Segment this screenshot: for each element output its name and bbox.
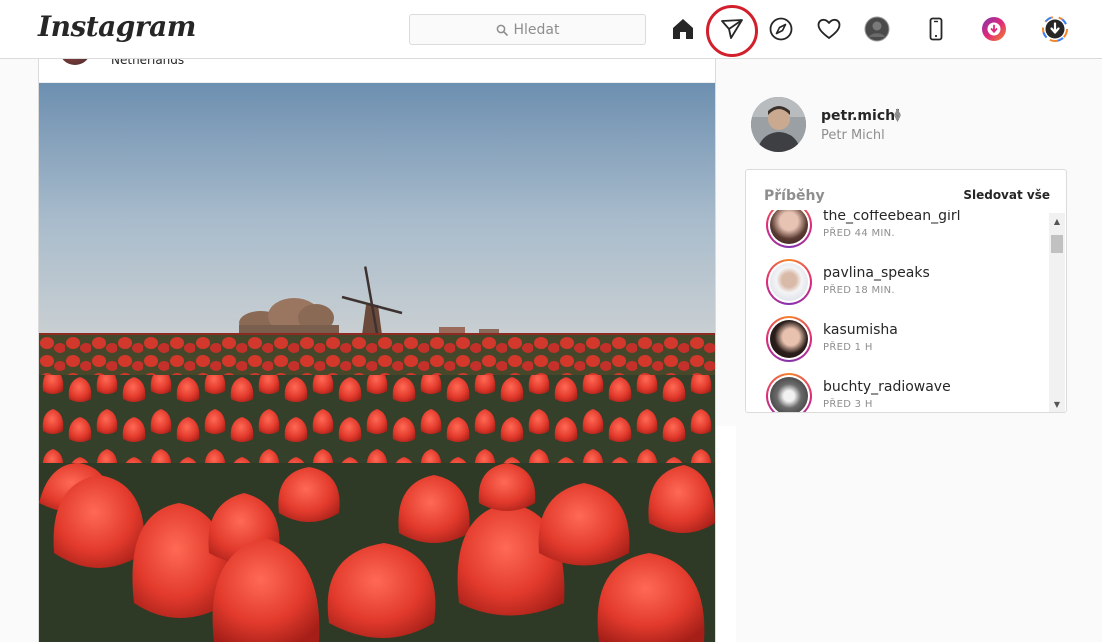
scroll-down-arrow-icon[interactable]: ▼ — [1049, 396, 1065, 412]
stories-list[interactable]: the_coffeebean_girl PŘED 44 MIN. pavlina… — [746, 210, 1049, 412]
story-time: PŘED 44 MIN. — [823, 228, 895, 239]
explore-button[interactable] — [766, 14, 796, 44]
activity-button[interactable] — [814, 14, 844, 44]
post-header: Netherlands — [39, 59, 715, 83]
story-ring — [766, 373, 812, 412]
watch-all-button[interactable]: Sledovat vše — [963, 188, 1050, 202]
user-photo-icon — [751, 97, 806, 152]
story-item[interactable]: kasumisha PŘED 1 H — [766, 316, 1046, 362]
mobile-app-icon — [929, 17, 943, 41]
story-item[interactable]: buchty_radiowave PŘED 3 H — [766, 373, 1046, 412]
search-icon — [496, 24, 508, 36]
profile-button[interactable] — [862, 14, 892, 44]
explore-icon — [769, 17, 793, 41]
story-time: PŘED 3 H — [823, 399, 873, 410]
home-button[interactable] — [668, 14, 698, 44]
story-avatar — [770, 263, 808, 301]
story-ring — [766, 259, 812, 305]
search-placeholder: Hledat — [513, 21, 560, 38]
story-username: kasumisha — [823, 322, 898, 338]
activity-heart-icon — [817, 18, 841, 39]
tulip-field-image — [39, 83, 715, 642]
story-item[interactable]: the_coffeebean_girl PŘED 44 MIN. — [766, 210, 1046, 248]
post-location[interactable]: Netherlands — [111, 59, 184, 67]
post-photo[interactable] — [39, 83, 715, 642]
stories-title: Příběhy — [764, 188, 825, 204]
scroll-thumb[interactable] — [1051, 235, 1063, 253]
story-ring — [766, 210, 812, 248]
current-user-username[interactable]: petr.michl — [821, 108, 900, 124]
story-avatar — [770, 377, 808, 412]
story-avatar — [770, 320, 808, 358]
story-time: PŘED 1 H — [823, 342, 873, 353]
story-username: the_coffeebean_girl — [823, 210, 961, 224]
stories-scrollbar[interactable]: ▲ ▼ — [1049, 213, 1065, 412]
story-avatar — [770, 210, 808, 244]
instagram-logo[interactable]: Instagram — [38, 10, 196, 43]
story-ring — [766, 316, 812, 362]
current-user-profile: petr.michl ▲ ▼ Petr Michl — [751, 97, 1071, 153]
stories-panel: Příběhy Sledovat vše the_coffeebean_girl… — [745, 169, 1067, 413]
scroll-up-arrow-icon[interactable]: ▲ — [1049, 213, 1065, 229]
feed-post: Netherlands — [38, 59, 716, 642]
page-gap — [716, 426, 736, 642]
story-username: buchty_radiowave — [823, 379, 951, 395]
story-time: PŘED 18 MIN. — [823, 285, 895, 296]
download-button[interactable] — [1040, 14, 1070, 44]
story-username: pavlina_speaks — [823, 265, 930, 281]
download-icon — [1042, 16, 1068, 42]
extension-button[interactable] — [979, 14, 1009, 44]
search-box[interactable]: Hledat — [409, 14, 646, 45]
account-switch-icon[interactable]: ▲ ▼ — [894, 108, 901, 124]
direct-messages-icon — [721, 19, 743, 39]
profile-avatar-icon — [864, 16, 890, 42]
story-item[interactable]: pavlina_speaks PŘED 18 MIN. — [766, 259, 1046, 305]
post-author-avatar[interactable] — [59, 59, 91, 65]
home-icon — [673, 19, 693, 39]
direct-messages-button[interactable] — [717, 14, 747, 44]
top-navigation-bar: Instagram Hledat — [0, 0, 1102, 59]
current-user-avatar[interactable] — [751, 97, 806, 152]
extension-icon — [982, 17, 1006, 41]
current-user-fullname: Petr Michl — [821, 128, 885, 143]
mobile-app-button[interactable] — [921, 14, 951, 44]
